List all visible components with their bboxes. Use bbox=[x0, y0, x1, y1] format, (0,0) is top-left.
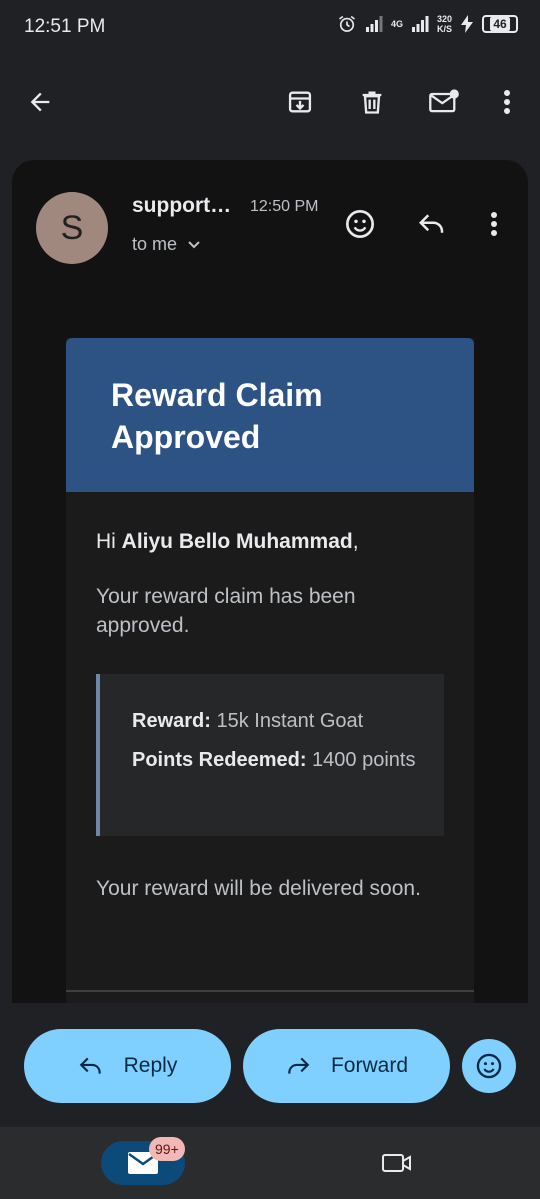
video-camera-icon bbox=[382, 1154, 411, 1172]
status-icons: 4G 320 K/S 46 bbox=[337, 14, 518, 34]
reward-details-box: Reward: 15k Instant Goat Points Redeemed… bbox=[96, 674, 444, 836]
archive-icon bbox=[288, 91, 312, 113]
signal-icon bbox=[365, 16, 383, 32]
network-speed: 320 K/S bbox=[436, 14, 452, 34]
chevron-down-icon bbox=[188, 240, 200, 248]
unread-badge: 99+ bbox=[149, 1137, 185, 1161]
more-vert-icon bbox=[504, 90, 510, 114]
archive-button[interactable] bbox=[278, 80, 322, 124]
sender-name[interactable]: support… bbox=[132, 194, 231, 218]
arrow-back-icon bbox=[30, 92, 50, 112]
emoji-icon bbox=[346, 210, 374, 238]
trash-icon bbox=[362, 91, 382, 114]
recipient-name: Aliyu Bello Muhammad bbox=[121, 530, 353, 553]
mark-unread-button[interactable] bbox=[422, 80, 466, 124]
greeting: Hi Aliyu Bello Muhammad, bbox=[96, 530, 359, 553]
top-toolbar bbox=[0, 56, 540, 148]
status-bar: 12:51 PM 4G 320 K/S 46 bbox=[0, 0, 540, 56]
network-type: 4G bbox=[390, 19, 403, 29]
delete-button[interactable] bbox=[350, 80, 394, 124]
closing-text: Your reward will be delivered soon. bbox=[96, 877, 421, 900]
recipient-label: to me bbox=[132, 234, 178, 254]
reply-button[interactable]: Reply bbox=[24, 1029, 231, 1103]
intro-text: Your reward claim has been approved. bbox=[96, 585, 356, 637]
message-more-button[interactable] bbox=[474, 204, 514, 244]
banner-title: Reward Claim Approved bbox=[111, 377, 323, 455]
emoji-icon bbox=[476, 1053, 502, 1079]
reply-label: Reply bbox=[123, 1054, 178, 1077]
more-options-button[interactable] bbox=[485, 80, 529, 124]
email-banner: Reward Claim Approved bbox=[66, 338, 474, 492]
reward-line: Reward: 15k Instant Goat bbox=[132, 710, 364, 732]
nav-meet[interactable] bbox=[374, 1145, 420, 1181]
alarm-icon bbox=[338, 15, 355, 32]
reply-icon-button[interactable] bbox=[412, 204, 452, 244]
back-button[interactable] bbox=[18, 80, 62, 124]
message-time: 12:50 PM bbox=[250, 198, 319, 215]
email-body: Reward Claim Approved Hi Aliyu Bello Muh… bbox=[66, 338, 474, 1020]
forward-button[interactable]: Forward bbox=[243, 1029, 450, 1103]
action-bar: Reply Forward bbox=[0, 1003, 540, 1127]
avatar[interactable]: S bbox=[36, 192, 108, 264]
react-button[interactable] bbox=[462, 1039, 516, 1093]
forward-label: Forward bbox=[330, 1054, 409, 1077]
signal-icon-2 bbox=[411, 16, 429, 32]
status-time: 12:51 PM bbox=[24, 16, 106, 37]
add-reaction-button[interactable] bbox=[340, 204, 380, 244]
mark-unread-icon bbox=[429, 89, 459, 113]
reply-icon bbox=[418, 214, 444, 233]
reply-icon bbox=[79, 1057, 101, 1074]
message-card: S support… 12:50 PM to me Reward Claim A… bbox=[12, 160, 528, 1020]
charging-icon bbox=[461, 15, 473, 33]
recipients-toggle[interactable]: to me bbox=[132, 234, 201, 255]
divider bbox=[66, 990, 474, 992]
battery-indicator: 46 bbox=[482, 15, 518, 33]
more-vert-icon bbox=[491, 212, 497, 236]
forward-icon bbox=[288, 1057, 310, 1074]
points-line: Points Redeemed: 1400 points bbox=[132, 749, 416, 771]
bottom-nav: 99+ bbox=[0, 1127, 540, 1199]
